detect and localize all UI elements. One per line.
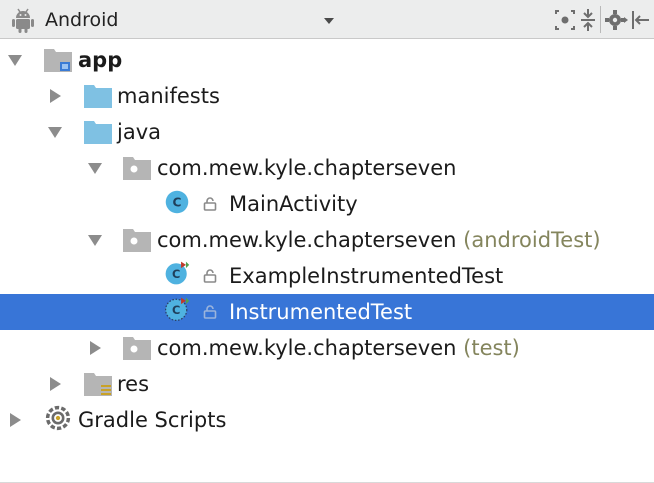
collapsed-arrow-icon[interactable] (6, 411, 24, 429)
folder-icon (84, 85, 112, 108)
tree-item-package-main[interactable]: com.mew.kyle.chapterseven (0, 150, 654, 186)
test-class-icon: C (165, 261, 190, 285)
svg-text:C: C (172, 303, 180, 317)
view-selector-label[interactable]: Android (45, 6, 118, 34)
tree-item-instrumentedtest[interactable]: C InstrumentedTest (0, 294, 654, 330)
tree-item-package-androidtest[interactable]: com.mew.kyle.chapterseven (androidTest) (0, 222, 654, 258)
lock-icon (203, 269, 217, 283)
tree-item-app[interactable]: app (0, 42, 654, 78)
tree-item-label: manifests (117, 84, 220, 108)
gradle-icon (45, 405, 71, 431)
expanded-arrow-icon[interactable] (86, 159, 104, 177)
svg-text:C: C (172, 267, 180, 281)
lock-icon (203, 197, 217, 211)
collapsed-arrow-icon[interactable] (46, 375, 64, 393)
project-panel: Android app manifests java com.mew.kyle.… (0, 0, 654, 483)
project-toolbar: Android (0, 0, 654, 39)
collapsed-arrow-icon[interactable] (46, 87, 64, 105)
collapsed-arrow-icon[interactable] (86, 339, 104, 357)
tree-item-label: ExampleInstrumentedTest (229, 264, 504, 288)
tree-item-label: com.mew.kyle.chapterseven (157, 156, 457, 180)
resource-folder-icon (84, 373, 112, 396)
tree-item-manifests[interactable]: manifests (0, 78, 654, 114)
package-icon (123, 229, 151, 252)
lock-icon (203, 305, 217, 319)
module-folder-icon (44, 49, 72, 72)
tree-item-package-test[interactable]: com.mew.kyle.chapterseven (test) (0, 330, 654, 366)
package-icon (123, 157, 151, 180)
toolbar-separator (600, 6, 601, 33)
tree-item-label: InstrumentedTest (229, 300, 413, 324)
folder-icon (84, 121, 112, 144)
expanded-arrow-icon[interactable] (6, 51, 24, 69)
tree-item-label: res (117, 372, 150, 396)
tree-item-res[interactable]: res (0, 366, 654, 402)
tree-item-label: MainActivity (229, 192, 358, 216)
tree-item-java[interactable]: java (0, 114, 654, 150)
hide-panel-icon[interactable] (627, 6, 654, 34)
view-dropdown-chevron-down-icon[interactable] (318, 10, 340, 32)
tree-item-label: app (78, 48, 123, 72)
svg-text:C: C (173, 195, 182, 209)
tree-item-label: com.mew.kyle.chapterseven (test) (157, 336, 520, 360)
tree-item-label: Gradle Scripts (78, 408, 227, 432)
tree-item-mainactivity[interactable]: C MainActivity (0, 186, 654, 222)
expanded-arrow-icon[interactable] (46, 123, 64, 141)
test-class-icon: C (165, 297, 190, 321)
tree-item-label: com.mew.kyle.chapterseven (androidTest) (157, 228, 601, 252)
expanded-arrow-icon[interactable] (86, 231, 104, 249)
tree-item-label: java (117, 120, 161, 144)
class-icon: C (165, 190, 189, 214)
android-icon (8, 6, 38, 34)
tree-item-gradle-scripts[interactable]: Gradle Scripts (0, 402, 654, 438)
package-icon (123, 337, 151, 360)
collapse-all-icon[interactable] (574, 6, 602, 34)
tree-item-exampleinstrumentedtest[interactable]: C ExampleInstrumentedTest (0, 258, 654, 294)
